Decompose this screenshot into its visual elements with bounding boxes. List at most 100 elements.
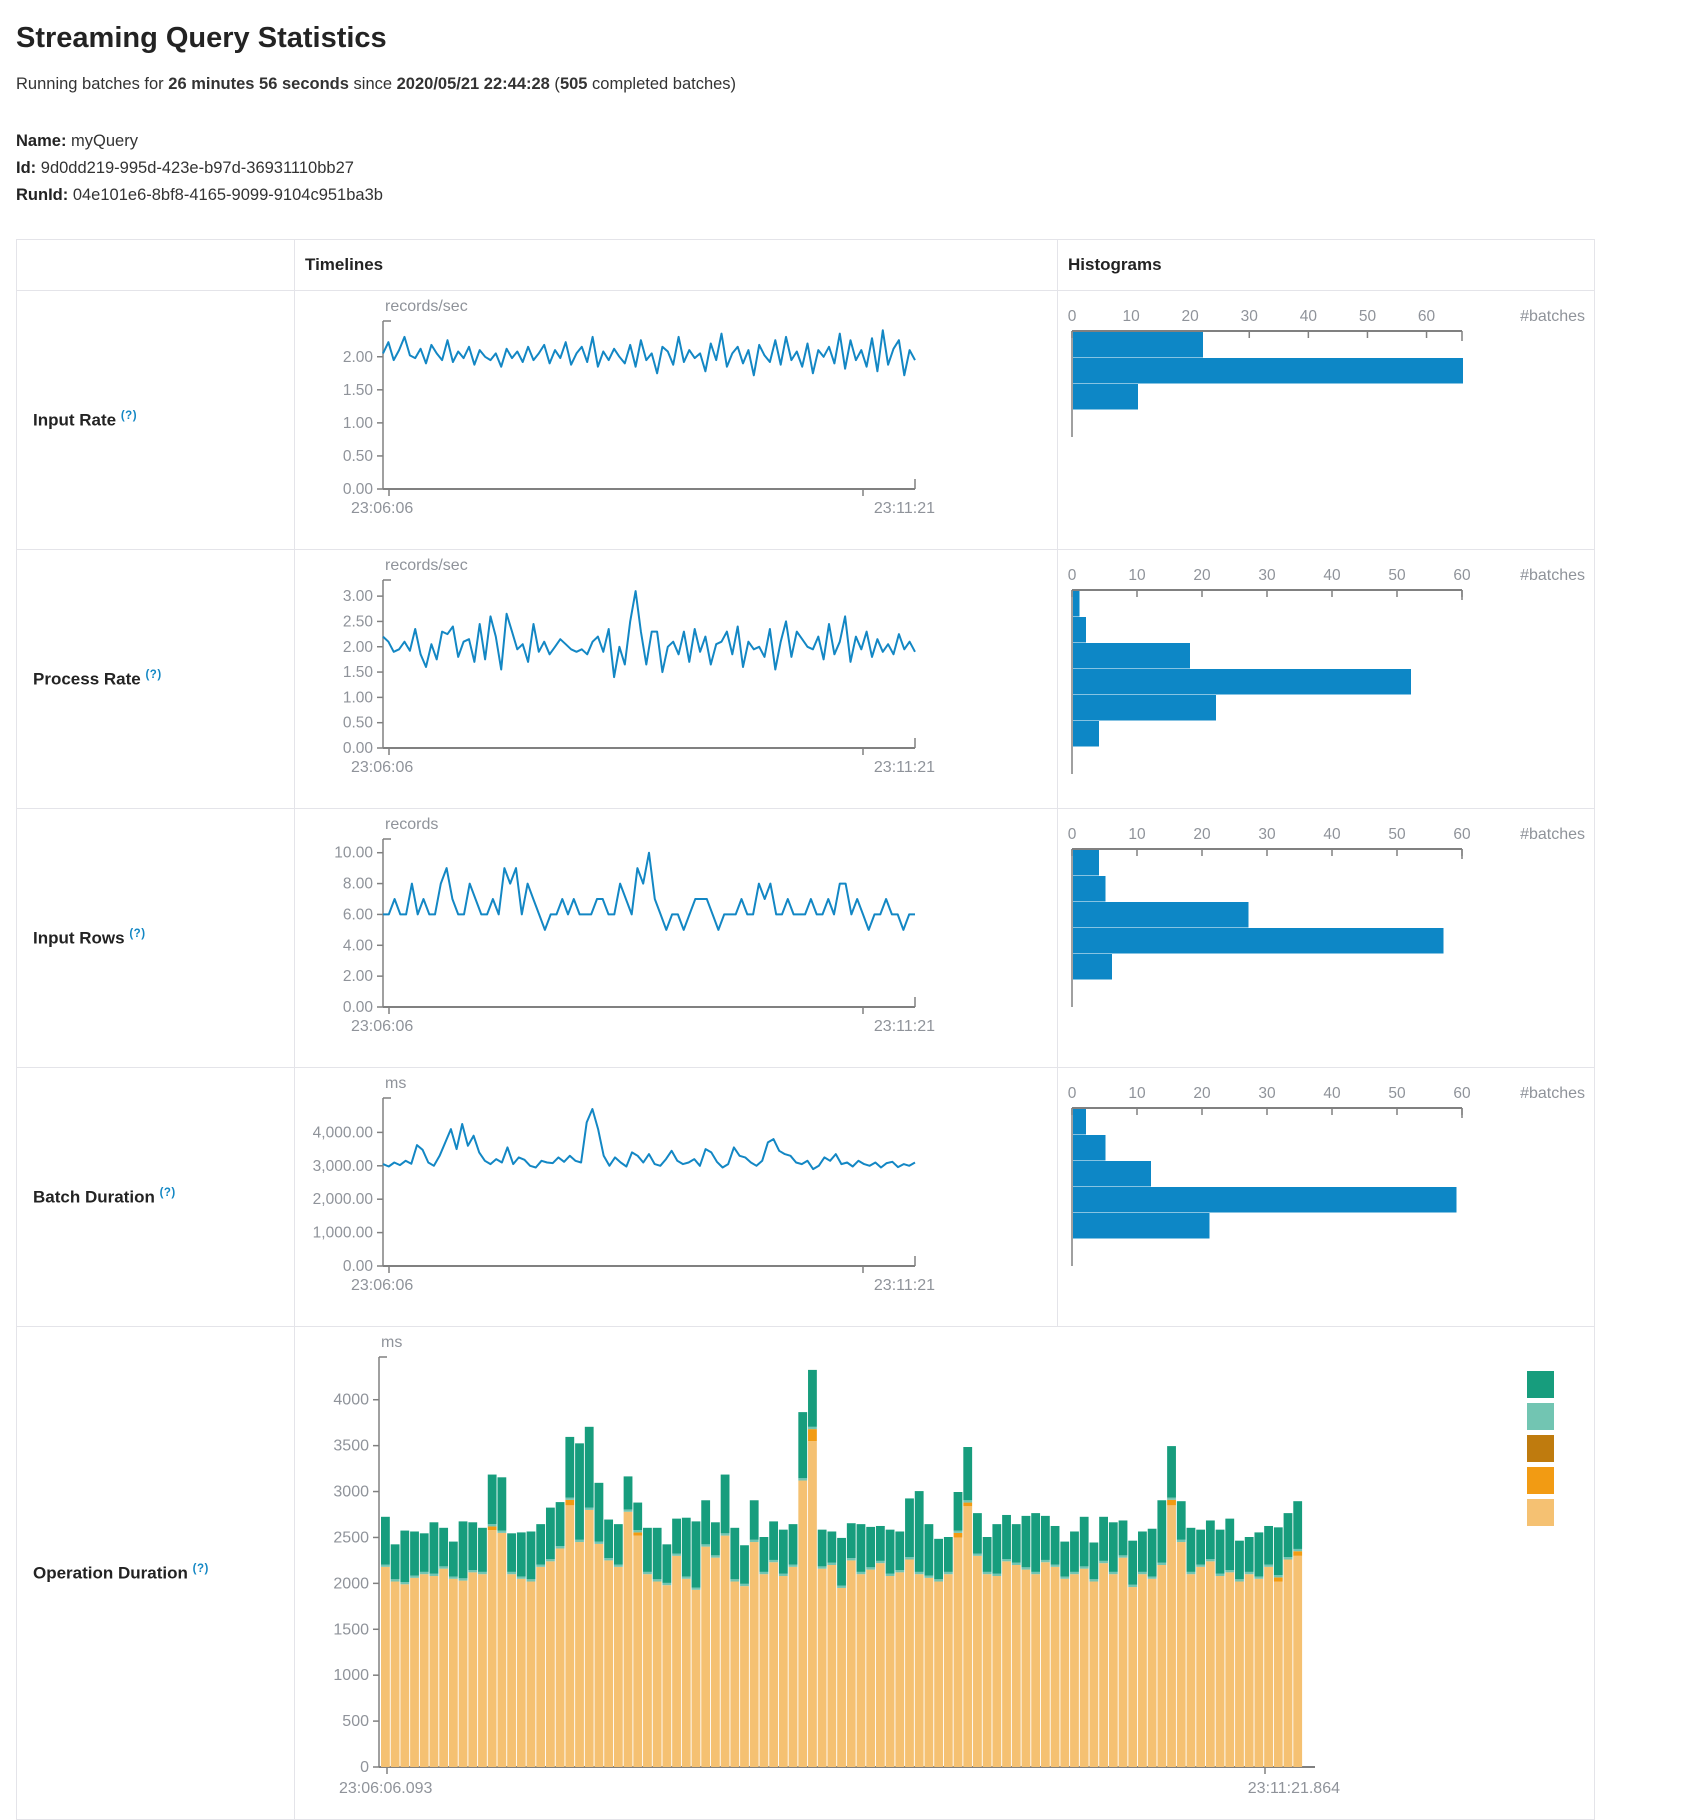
stacked-bar-segment [963,1447,972,1500]
input-rate-histogram-cell: #batches0102030405060 [1058,291,1595,550]
svg-text:10: 10 [1128,567,1146,584]
stacked-bar-segment [711,1558,720,1767]
stacked-bar-segment [527,1579,536,1581]
stacked-bar-segment [478,1574,487,1767]
svg-text:50: 50 [1388,1085,1406,1102]
svg-text:30: 30 [1258,1085,1276,1102]
stacked-bar-segment [1225,1570,1234,1572]
svg-text:40: 40 [1323,826,1341,843]
stacked-bar-segment [954,1531,963,1533]
query-runid-value: 04e101e6-8bf8-4165-9099-9104c951ba3b [73,186,383,204]
stacked-bar-segment [410,1576,419,1578]
stacked-bar-segment [692,1521,701,1587]
histogram-bar [1073,643,1190,669]
histogram-bar [1073,902,1249,928]
stacked-bar-segment [565,1500,574,1506]
stacked-bar-segment [837,1538,846,1586]
svg-text:0: 0 [1068,308,1077,325]
stacked-bar-segment [818,1530,827,1567]
stacked-bar-segment [924,1576,933,1578]
stacked-bar-segment [750,1542,759,1767]
query-name-value: myQuery [71,132,138,150]
stacked-bar-segment [546,1559,555,1561]
help-icon[interactable]: (?) [121,410,137,422]
input-rows-histogram-svg: #batches0102030405060 [1058,809,1593,1067]
svg-text:23:11:21: 23:11:21 [874,1018,935,1035]
batch-duration-histogram-svg: #batches0102030405060 [1058,1068,1593,1326]
histogram-bar [1073,1213,1210,1239]
stacked-bar-segment [1157,1563,1166,1565]
stacked-bar-segment [682,1576,691,1578]
svg-text:0.00: 0.00 [343,1258,374,1275]
svg-text:20: 20 [1182,308,1200,325]
stacked-bar-segment [769,1560,778,1562]
svg-text:23:11:21.864: 23:11:21.864 [1248,1780,1340,1797]
stacked-bar-segment [963,1500,972,1502]
stacked-bar-segment [1060,1579,1069,1767]
stacked-bar-segment [876,1563,885,1767]
operation-duration-row: Operation Duration (?) ms400035003000250… [17,1327,1595,1820]
svg-text:0: 0 [1068,826,1077,843]
stacked-bar-segment [565,1498,574,1500]
stacked-bar-segment [1109,1572,1118,1574]
stacked-bar-segment [1051,1526,1060,1565]
stacked-bar-segment [857,1572,866,1574]
stacked-bar-segment [1187,1528,1196,1572]
stacked-bar-segment [779,1530,788,1574]
stacked-bar-segment [798,1478,807,1480]
help-icon[interactable]: (?) [160,1187,176,1199]
stacked-bar-segment [1060,1542,1069,1577]
histogram-bar [1073,954,1112,980]
input-rate-row: Input Rate (?) records/sec2.001.501.000.… [17,291,1595,550]
stacked-bar-segment [536,1565,545,1567]
help-icon[interactable]: (?) [129,928,145,940]
stacked-bar-segment [895,1531,904,1570]
stacked-bar-segment [565,1437,574,1498]
stacked-bar-segment [1041,1562,1050,1767]
stacked-bar-segment [730,1528,739,1579]
help-icon[interactable]: (?) [193,1563,209,1575]
process-rate-row: Process Rate (?) records/sec3.002.502.00… [17,550,1595,809]
batch-duration-timeline-chart: ms4,000.003,000.002,000.001,000.000.0023… [295,1068,1057,1326]
stacked-bar-segment [721,1533,730,1535]
stacked-bar-segment [847,1560,856,1767]
stacked-bar-segment [1293,1556,1302,1767]
timelines-header: Timelines [295,240,1058,291]
stacked-bar-segment [1031,1513,1040,1572]
stacked-bar-segment [507,1533,516,1572]
stacked-bar-segment [1254,1532,1263,1576]
stacked-bar-segment [1022,1567,1031,1569]
histogram-bar [1073,384,1138,410]
svg-text:23:06:06: 23:06:06 [351,759,413,776]
stacked-bar-segment [1148,1529,1157,1577]
operation-duration-label-cell: Operation Duration (?) [17,1327,295,1820]
corner-header-cell [17,240,295,291]
stacked-bar-segment [459,1578,468,1580]
stacked-bar-segment [827,1531,836,1562]
stacked-bar-segment [924,1524,933,1575]
stacked-bar-segment [1089,1582,1098,1767]
svg-text:4.00: 4.00 [343,937,374,954]
stacked-bar-segment [1070,1531,1079,1571]
stacked-bar-segment [507,1572,516,1574]
stacked-bar-segment [595,1542,604,1544]
stacked-bar-segment [1099,1561,1108,1563]
stacked-bar-segment [1070,1574,1079,1767]
stacked-bar-segment [701,1544,710,1546]
stacked-bar-segment [1157,1500,1166,1562]
row-label: Input Rows [33,928,125,947]
stacked-bar-segment [808,1370,817,1427]
stacked-bar-segment [1284,1557,1293,1559]
stacked-bar-segment [1157,1565,1166,1767]
stacked-bar-segment [633,1536,642,1767]
stacked-bar-segment [1041,1560,1050,1562]
stacked-bar-segment [934,1539,943,1579]
help-icon[interactable]: (?) [145,669,161,681]
svg-text:8.00: 8.00 [343,876,374,893]
stacked-bar-segment [488,1530,497,1767]
operation-duration-chart-cell: ms4000350030002500200015001000500023:06:… [295,1327,1595,1820]
input-rate-timeline-chart: records/sec2.001.501.000.500.0023:06:062… [295,291,1057,549]
stacked-bar-segment [546,1561,555,1767]
stacked-bar-segment [1148,1579,1157,1767]
input-rate-timeline-cell: records/sec2.001.501.000.500.0023:06:062… [295,291,1058,550]
